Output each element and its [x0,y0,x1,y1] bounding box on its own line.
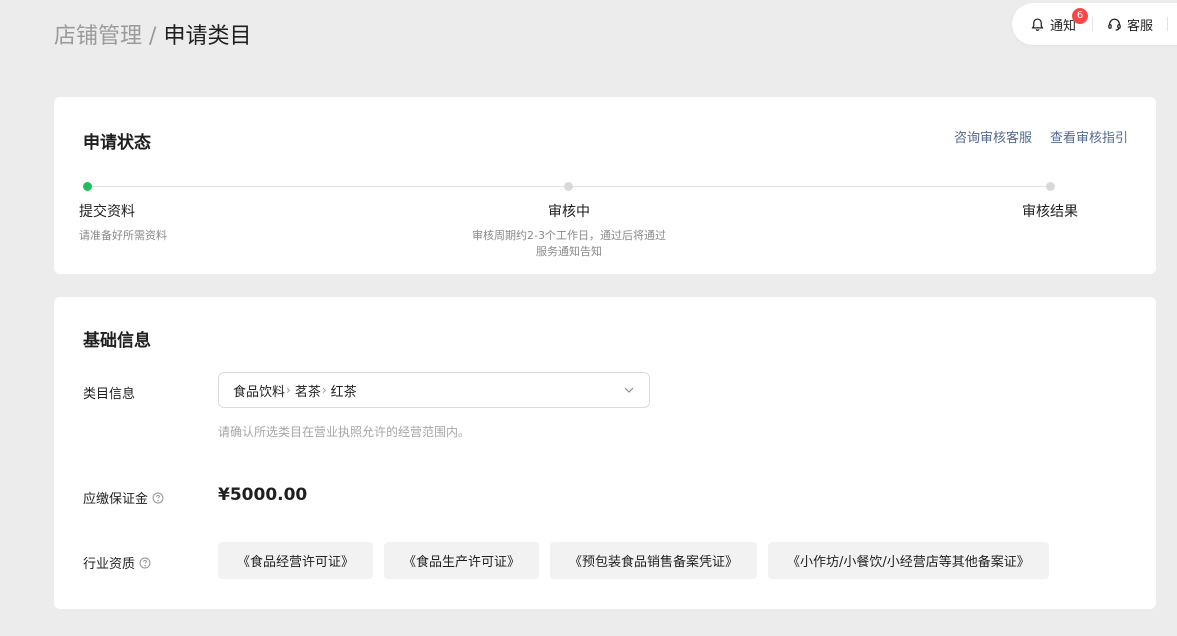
question-circle-icon[interactable] [152,492,164,504]
breadcrumb: 店铺管理 / 申请类目 [54,22,251,52]
qualification-tag[interactable]: 《小作坊/小餐饮/小经营店等其他备案证》 [768,542,1049,579]
qualification-tag[interactable]: 《食品生产许可证》 [384,542,540,579]
basic-info-card: 基础信息 类目信息 食品饮料 › 茗茶 › 红茶 请确认所选类目在营业执照允许的… [54,297,1156,609]
category-level-2: 茗茶 [294,384,321,400]
step-label-submit: 提交资料 [79,204,135,220]
toolbar-divider [1092,17,1093,31]
qualification-tag[interactable]: 《食品经营许可证》 [218,542,374,579]
notification-button[interactable]: 通知 [1030,3,1076,45]
qualification-label: 行业资质 [83,553,151,572]
chevron-down-icon [624,387,634,393]
basic-info-title: 基础信息 [83,331,151,351]
step-dot-result [1046,182,1055,191]
category-label: 类目信息 [83,383,135,402]
chevron-right-icon: › [321,383,327,397]
step-label-result: 审核结果 [1022,204,1078,220]
qualification-label-text: 行业资质 [83,557,136,572]
step-label-review: 审核中 [548,204,590,220]
breadcrumb-separator: / [149,24,157,49]
consult-review-service-link[interactable]: 咨询审核客服 [954,127,1032,146]
status-card-title: 申请状态 [83,133,151,153]
customer-service-label: 客服 [1127,18,1154,34]
view-review-guide-link[interactable]: 查看审核指引 [1050,127,1128,146]
question-circle-icon[interactable] [139,557,151,569]
toolbar-divider [1167,17,1168,31]
status-card-links: 咨询审核客服 查看审核指引 [954,127,1128,146]
page-title: 申请类目 [163,24,252,49]
deposit-amount: ¥5000.00 [218,485,308,505]
deposit-label: 应缴保证金 [83,488,164,507]
category-label-text: 类目信息 [83,387,136,402]
qualification-tag[interactable]: 《预包装食品销售备案凭证》 [550,542,758,579]
notification-count-badge: 6 [1072,8,1088,24]
qualification-list: 《食品经营许可证》 《食品生产许可证》 《预包装食品销售备案凭证》 《小作坊/小… [218,542,1049,579]
deposit-label-text: 应缴保证金 [83,492,149,507]
headset-icon [1108,18,1121,31]
step-dot-submit [83,182,92,191]
step-dot-review [564,182,573,191]
category-level-1: 食品饮料 [233,384,286,400]
step-desc-review: 审核周期约2-3个工作日，通过后将通过服务通知告知 [472,229,666,258]
customer-service-button[interactable]: 客服 [1107,3,1153,45]
category-level-3: 红茶 [330,384,357,400]
step-desc-submit: 请准备好所需资料 [79,229,167,242]
top-toolbar: 通知 6 客服 [1012,3,1177,45]
category-select[interactable]: 食品饮料 › 茗茶 › 红茶 [218,372,650,408]
breadcrumb-parent-link[interactable]: 店铺管理 [54,24,142,49]
bell-icon [1031,17,1044,31]
application-status-card: 申请状态 咨询审核客服 查看审核指引 提交资料 请准备好所需资料 审核中 审核周… [54,97,1156,274]
chevron-right-icon: › [286,383,291,397]
category-hint: 请确认所选类目在营业执照允许的经营范围内。 [218,425,471,439]
